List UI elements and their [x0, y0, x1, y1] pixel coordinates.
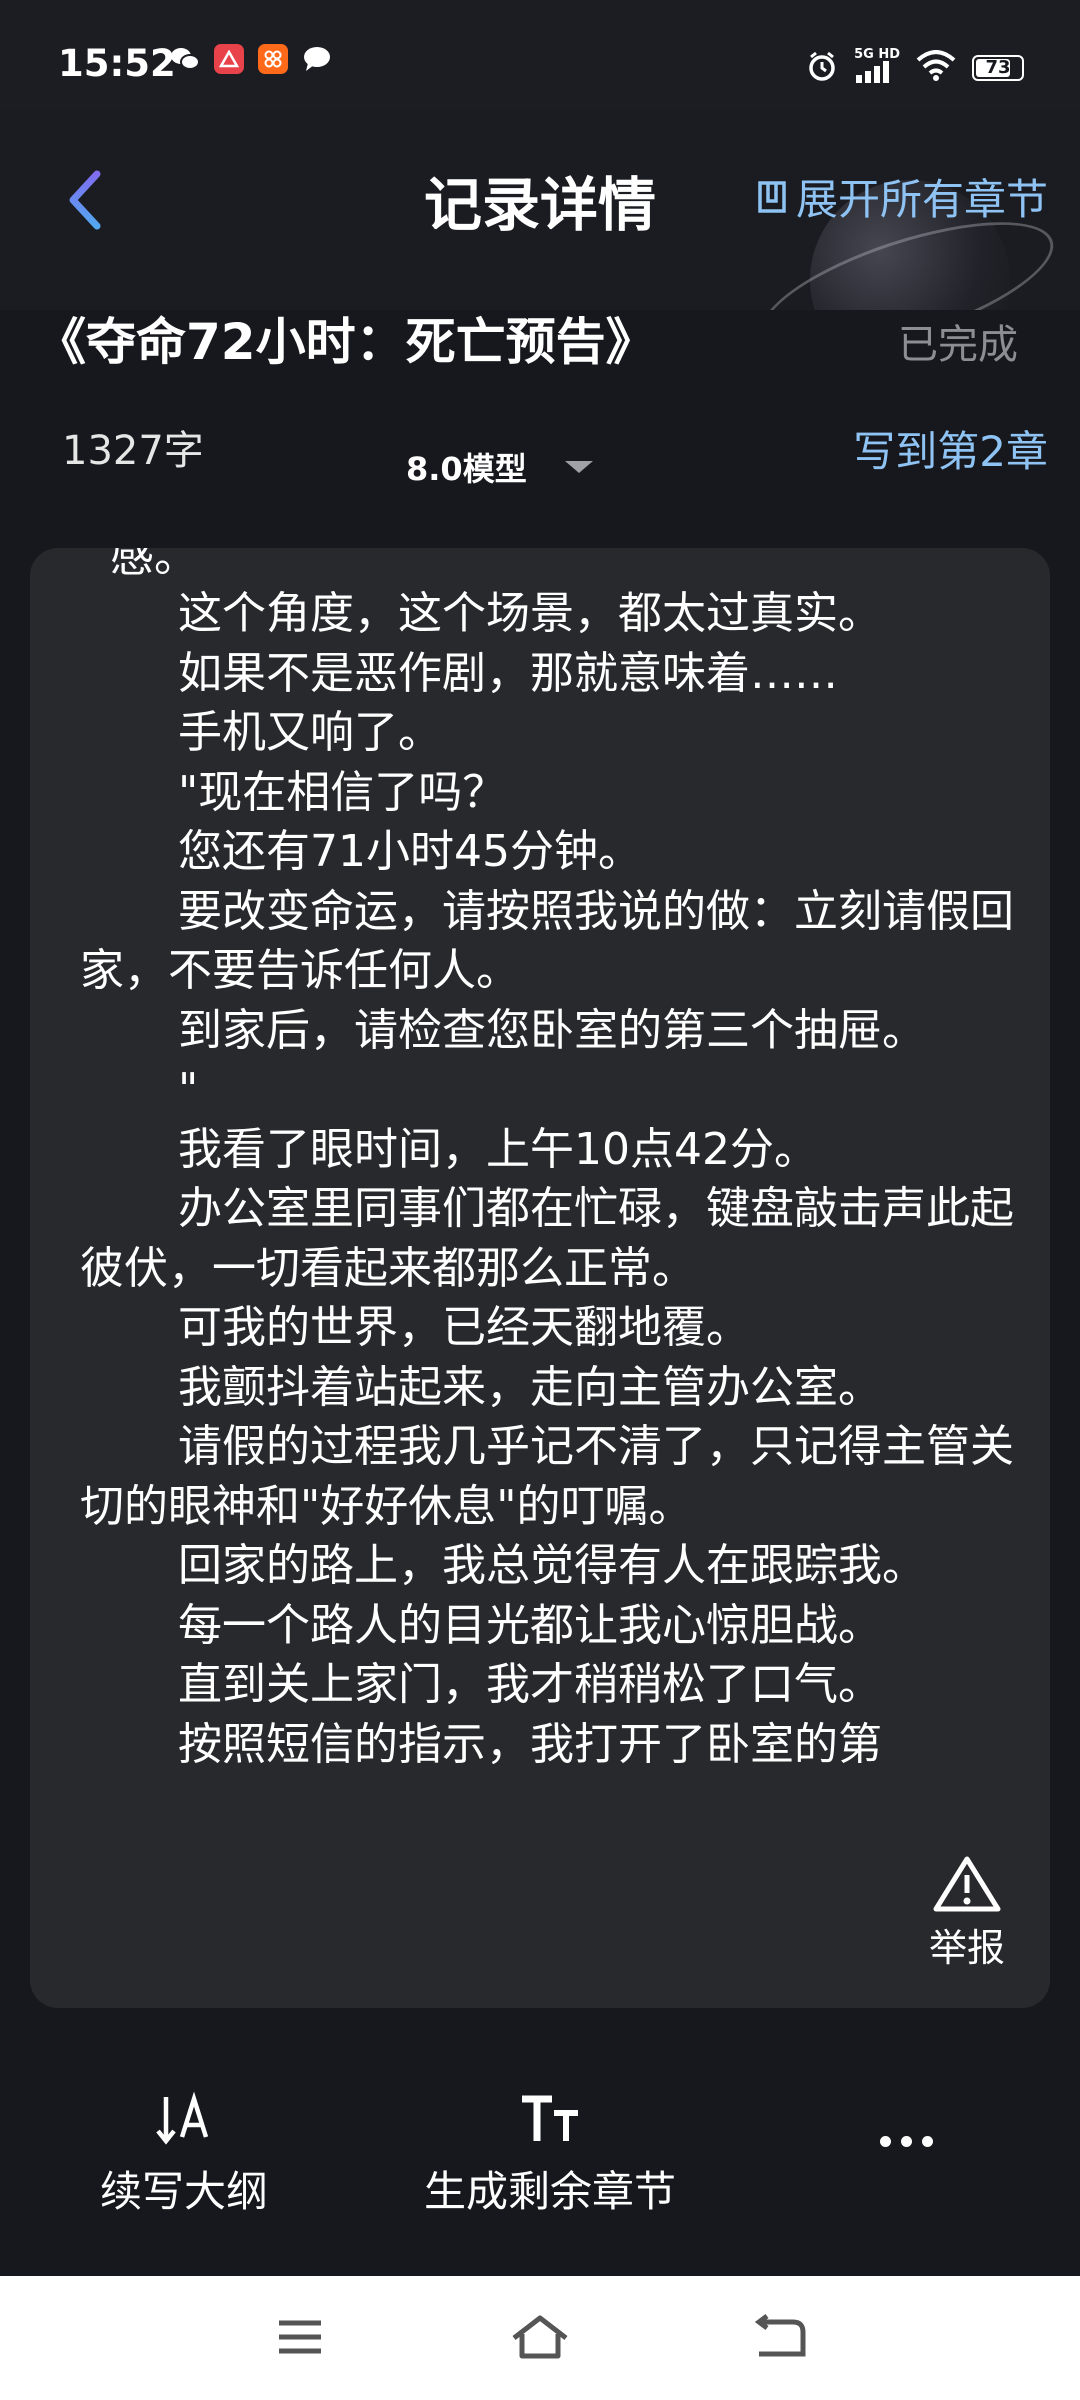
wechat-icon [170, 44, 200, 74]
wifi-icon [916, 49, 956, 86]
story-paragraph: 回家的路上，我总觉得有人在跟踪我。 [178, 1540, 926, 1591]
story-paragraph: 如果不是恶作剧，那就意味着…… [178, 647, 838, 699]
model-label: 8.0模型 [406, 450, 527, 488]
home-icon [512, 2315, 568, 2359]
system-nav-bar [0, 2276, 1080, 2400]
home-nav-button[interactable] [510, 2312, 570, 2362]
font-size-icon [424, 2088, 676, 2150]
expand-icon [758, 180, 786, 213]
story-paragraph: 手机又响了。 [178, 707, 442, 758]
story-paragraph: 可我的世界，已经天翻地覆。 [178, 1302, 750, 1353]
chevron-down-icon [564, 461, 593, 473]
app-orange-icon [258, 44, 288, 74]
story-paragraph: 要改变命运，请按照我说的做：立刻请假回家，不要告诉任何人。 [80, 885, 1014, 997]
report-label: 举报 [928, 1926, 1005, 1970]
text-cursor-icon [100, 2088, 268, 2150]
system-indicators: 5G HD 73 [806, 48, 1024, 87]
book-status: 已完成 [898, 322, 1018, 368]
bottom-toolbar: 续写大纲 生成剩余章节 [0, 2040, 1080, 2276]
chapter-progress-link[interactable]: 写到第2章 [853, 418, 1048, 479]
signal-icon [854, 61, 894, 87]
alarm-icon [806, 50, 838, 86]
battery-icon: 73 [972, 54, 1024, 81]
app-red-icon [214, 44, 244, 74]
generate-remaining-label: 生成剩余章节 [424, 2167, 677, 2216]
story-paragraph: 按照短信的指示，我打开了卧室的第 [178, 1718, 882, 1770]
report-button[interactable]: 举报 [912, 1855, 1022, 1972]
story-paragraph: 请假的过程我几乎记不清了，只记得主管关切的眼神和"好好休息"的叮嘱。 [80, 1421, 1014, 1532]
story-paragraph: "现在相信了吗？ [178, 766, 507, 818]
story-paragraph: 到家后，请检查您卧室的第三个抽屉。 [178, 1004, 926, 1056]
menu-nav-button[interactable] [270, 2312, 330, 2362]
notification-icons [170, 44, 332, 74]
status-bar: 15:52 5G HD 73 [0, 0, 1080, 110]
hamburger-icon [279, 2320, 321, 2354]
model-select[interactable]: 8.0模型 [406, 444, 593, 490]
story-paragraph: " [178, 1064, 199, 1115]
generate-remaining-button[interactable]: 生成剩余章节 [424, 2088, 676, 2219]
continue-outline-label: 续写大纲 [100, 2167, 269, 2216]
word-count: 1327字 [62, 428, 204, 474]
back-nav-button[interactable] [750, 2312, 810, 2362]
story-content-card[interactable]: 感。 这个角度，这个场景，都太过真实。 如果不是恶作剧，那就意味着…… 手机又响了。… [30, 548, 1050, 2008]
header: 记录详情 展开所有章节 [0, 110, 1080, 310]
expand-all-chapters-button[interactable]: 展开所有章节 [754, 166, 1048, 227]
story-paragraph: 直到关上家门，我才稍稍松了口气。 [178, 1659, 882, 1710]
story-paragraph: 您还有71小时45分钟。 [178, 826, 642, 877]
more-dots-icon[interactable] [880, 2136, 933, 2147]
story-paragraph: 我颤抖着站起来，走向主管办公室。 [178, 1361, 882, 1413]
clipped-line: 感。 [110, 548, 198, 582]
story-text: 感。 这个角度，这个场景，都太过真实。 如果不是恶作剧，那就意味着…… 手机又响了。… [80, 548, 1030, 1774]
network-label: 5G HD [854, 47, 900, 62]
story-paragraph: 这个角度，这个场景，都太过真实。 [178, 588, 882, 639]
expand-all-label: 展开所有章节 [795, 175, 1048, 224]
story-paragraph: 每一个路人的目光都让我心惊胆战。 [178, 1599, 882, 1651]
status-time: 15:52 [58, 42, 176, 85]
book-title: 《夺命72小时：死亡预告》 [36, 313, 656, 371]
story-paragraph: 我看了眼时间，上午10点42分。 [178, 1123, 818, 1175]
return-icon [754, 2314, 806, 2357]
battery-level: 73 [985, 56, 1011, 78]
message-bubble-icon [302, 44, 332, 74]
continue-outline-button[interactable]: 续写大纲 [100, 2088, 268, 2219]
story-paragraph: 办公室里同事们都在忙碌，键盘敲击声此起彼伏，一切看起来都那么正常。 [80, 1183, 1014, 1294]
warning-triangle-icon [933, 1856, 1001, 1912]
